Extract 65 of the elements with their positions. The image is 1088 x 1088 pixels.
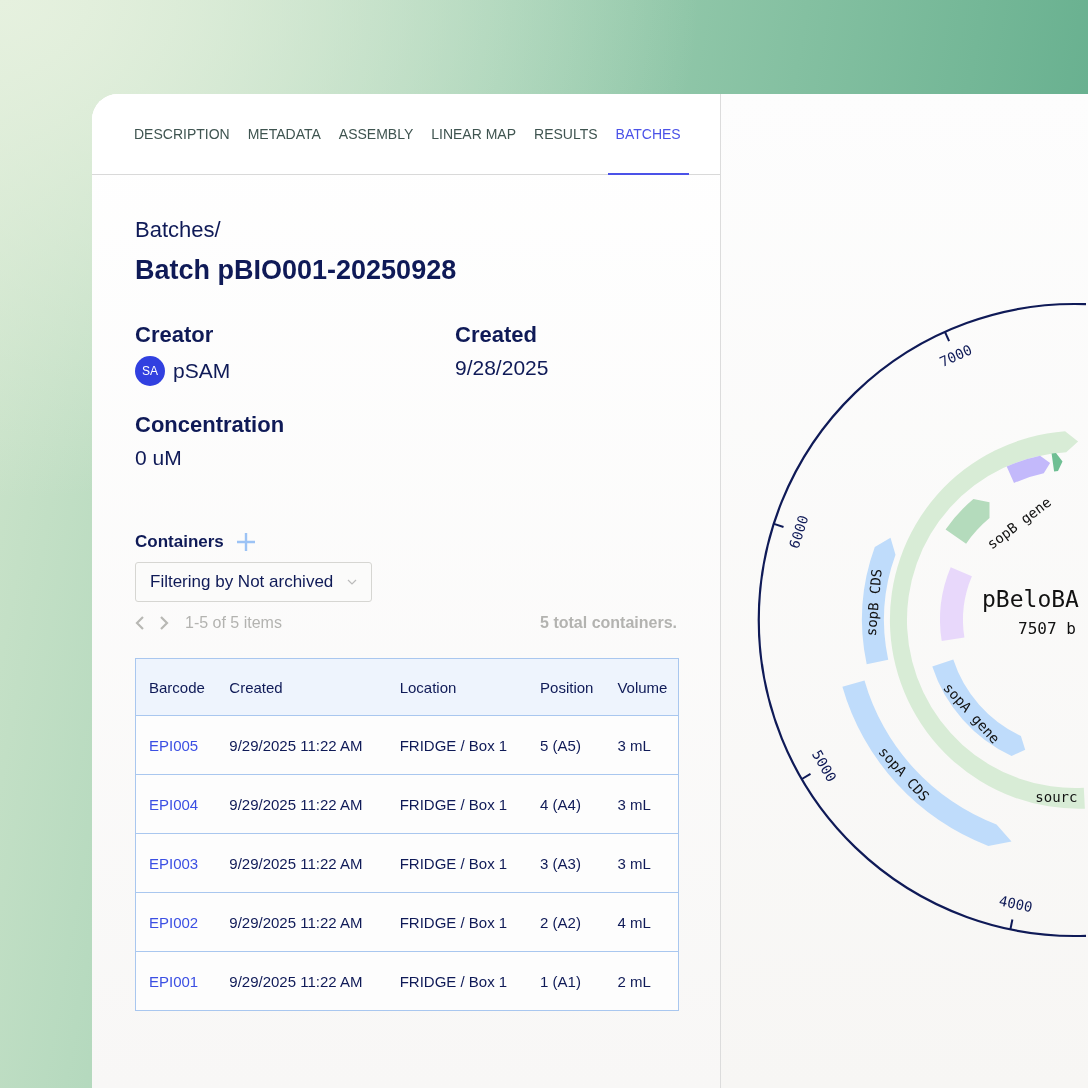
- barcode-link[interactable]: EPI004: [135, 774, 217, 834]
- table-cell: 4 mL: [604, 892, 679, 952]
- table-cell: 5 (A5): [527, 715, 605, 775]
- next-icon[interactable]: [159, 615, 169, 631]
- tab[interactable]: RESULTS: [526, 94, 606, 175]
- tick-label: 6000: [785, 513, 812, 551]
- table-cell: 9/29/2025 11:22 AM: [216, 892, 387, 952]
- tab[interactable]: BATCHES: [607, 94, 689, 175]
- column-header: Created: [216, 658, 387, 716]
- field-label: Created: [455, 322, 538, 348]
- column-header: Position: [527, 658, 605, 716]
- table-cell: FRIDGE / Box 1: [386, 892, 528, 952]
- tick-mark: [1009, 918, 1014, 931]
- table-cell: FRIDGE / Box 1: [386, 833, 528, 893]
- chevron-down-icon: [347, 579, 358, 585]
- previous-icon[interactable]: [135, 615, 145, 631]
- barcode-link[interactable]: EPI003: [135, 833, 217, 893]
- tab[interactable]: DESCRIPTION: [126, 94, 238, 175]
- tab[interactable]: METADATA: [239, 94, 329, 175]
- feature-label: sourc: [1035, 789, 1078, 805]
- feature-label: sopB CDS: [862, 568, 885, 637]
- table-cell: 3 mL: [604, 715, 679, 775]
- field-label: Concentration: [135, 412, 286, 438]
- tick-mark: [944, 331, 951, 343]
- filter-dropdown[interactable]: Filtering by Not archived: [135, 562, 373, 602]
- field-label: Creator: [135, 322, 215, 348]
- field-value: 9/28/2025: [455, 356, 549, 380]
- field-value: 0 uM: [135, 446, 182, 470]
- table-cell: FRIDGE / Box 1: [386, 951, 528, 1011]
- table-cell: 1 (A1): [527, 951, 605, 1011]
- table-cell: 2 (A2): [527, 892, 605, 952]
- tab[interactable]: ASSEMBLY: [330, 94, 422, 175]
- barcode-link[interactable]: EPI002: [135, 892, 217, 952]
- table-cell: 3 mL: [604, 833, 679, 893]
- plasmid-name: pBeloBA: [982, 586, 1079, 612]
- tick-mark: [800, 772, 812, 780]
- table-cell: FRIDGE / Box 1: [386, 715, 528, 775]
- barcode-link[interactable]: EPI005: [135, 715, 217, 775]
- table-cell: 4 (A4): [527, 774, 605, 834]
- column-header: Volume: [604, 658, 679, 716]
- tab[interactable]: LINEAR MAP: [423, 94, 525, 175]
- add-icon[interactable]: [235, 532, 256, 552]
- table-cell: FRIDGE / Box 1: [386, 774, 528, 834]
- total-count: 5 total containers.: [540, 614, 677, 632]
- table-cell: 3 (A3): [527, 833, 605, 893]
- tick-label: 4000: [997, 892, 1034, 916]
- table-cell: 9/29/2025 11:22 AM: [216, 715, 387, 775]
- page-range: 1-5 of 5 items: [185, 614, 282, 632]
- user-avatar: SA: [135, 356, 165, 386]
- column-header: Location: [386, 658, 528, 716]
- table-cell: 9/29/2025 11:22 AM: [216, 774, 387, 834]
- field-value: pSAM: [173, 359, 231, 383]
- table-cell: 9/29/2025 11:22 AM: [216, 951, 387, 1011]
- batch-title: Batch pBIO001-20250928: [135, 255, 458, 286]
- plasmid-length: 7507 b: [1018, 619, 1076, 638]
- column-header: Barcode: [135, 658, 217, 716]
- barcode-link[interactable]: EPI001: [135, 951, 217, 1011]
- tick-label: 7000: [937, 341, 975, 370]
- section-heading: Containers: [135, 532, 224, 552]
- table-cell: 3 mL: [604, 774, 679, 834]
- breadcrumb-link[interactable]: Batches/: [135, 217, 677, 243]
- table-cell: 9/29/2025 11:22 AM: [216, 833, 387, 893]
- table-cell: 2 mL: [604, 951, 679, 1011]
- tick-mark: [773, 522, 785, 528]
- feature-arc[interactable]: [932, 659, 1026, 756]
